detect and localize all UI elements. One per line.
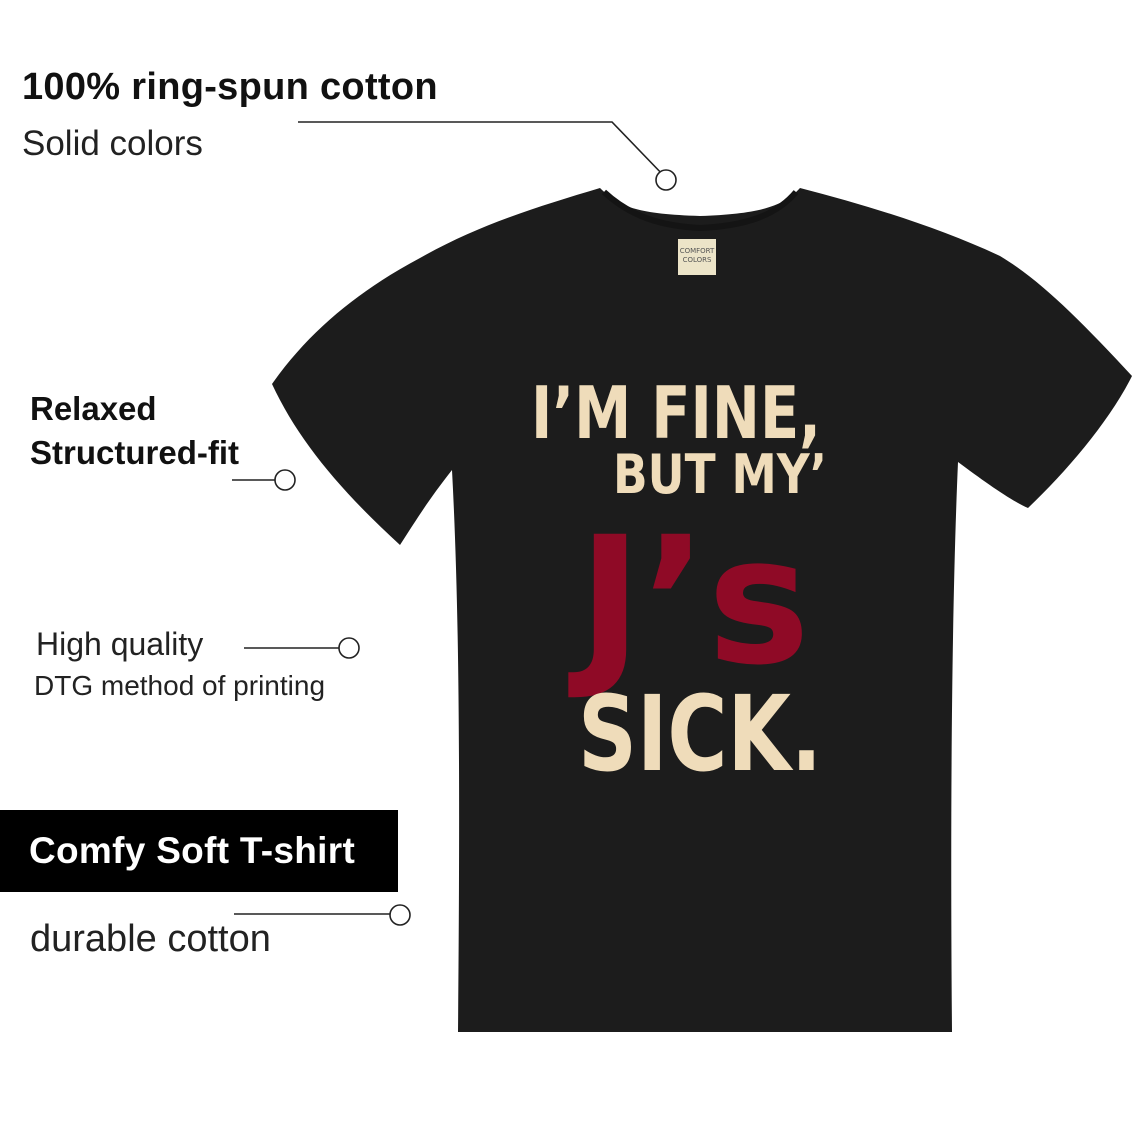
comfy-soft-badge: Comfy Soft T-shirt	[0, 810, 398, 892]
fit-feature-title: Relaxed	[30, 390, 157, 427]
material-feature-title: 100% ring-spun cotton	[22, 66, 438, 108]
tshirt-tag-text-2: COLORS	[683, 256, 712, 264]
tshirt-tag-text-1: COMFORT	[680, 247, 715, 255]
print-feature-title: High quality	[36, 626, 204, 662]
graphic-line-2: BUT MY’	[613, 443, 827, 506]
print-feature-subtitle: DTG method of printing	[34, 670, 326, 701]
durability-feature-subtitle: durable cotton	[30, 918, 271, 960]
tshirt-image: COMFORT COLORS I’M FINE, BUT MY’ J’s SIC…	[272, 188, 1132, 1032]
material-feature-subtitle: Solid colors	[22, 124, 203, 163]
graphic-line-4: SICK.	[578, 673, 822, 795]
comfy-soft-badge-label: Comfy Soft T-shirt	[29, 830, 356, 871]
fit-feature-subtitle: Structured-fit	[30, 434, 239, 471]
